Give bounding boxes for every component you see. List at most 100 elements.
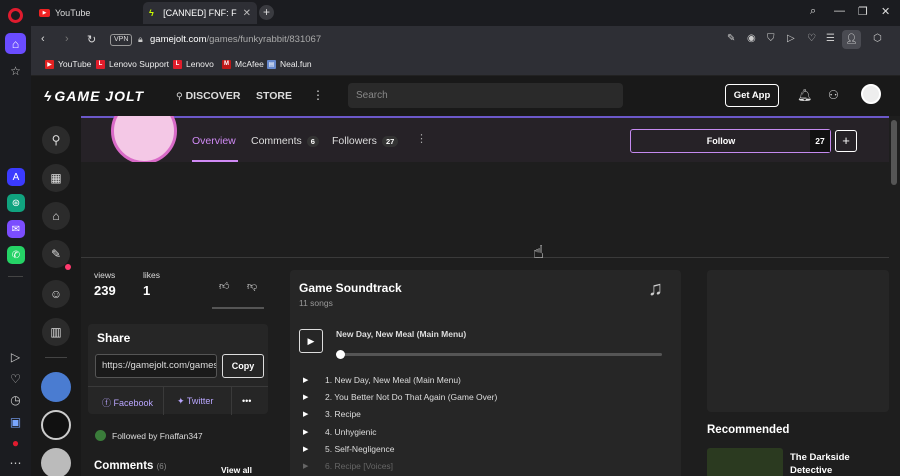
search-input[interactable]: Search — [348, 83, 623, 108]
extensions-icon[interactable]: ▣ — [5, 411, 26, 432]
tab-comments[interactable]: Comments 6 — [251, 135, 319, 147]
more-icon[interactable]: ⋯ — [5, 452, 26, 473]
progress-track[interactable] — [340, 353, 662, 356]
rail-home-icon[interactable]: ⚲ — [42, 126, 70, 154]
game-avatar[interactable] — [111, 116, 177, 164]
track-play-icon[interactable]: ▶ — [303, 462, 325, 470]
tab-gamejolt[interactable]: ϟ [CANNED] FNF: Funky Rab ✕ — [143, 2, 257, 24]
tab-youtube[interactable]: ▶ YouTube — [33, 2, 141, 24]
opera-logo-icon[interactable] — [8, 8, 23, 23]
game-more-icon[interactable]: ⋮ — [416, 132, 427, 145]
bookmark-heart-icon[interactable]: ♡ — [807, 33, 816, 44]
heart-icon[interactable]: ♡ — [5, 368, 26, 389]
music-note-icon: ♫ — [648, 278, 663, 300]
track-play-icon[interactable]: ▶ — [303, 376, 325, 384]
bookmark-nealfun[interactable]: ▤ Neal.fun — [267, 59, 312, 69]
track-play-icon[interactable]: ▶ — [303, 393, 325, 401]
follow-button[interactable]: Follow 27 — [630, 129, 831, 153]
track-play-icon[interactable]: ▶ — [303, 428, 325, 436]
hand-cursor-icon: ☝ — [533, 242, 544, 262]
rail-chat-icon[interactable]: ☺ — [42, 280, 70, 308]
get-app-button[interactable]: Get App — [725, 84, 779, 107]
bookmark-lenovo[interactable]: L Lenovo — [173, 59, 214, 69]
opera-gx-icon[interactable]: ● — [5, 432, 26, 453]
progress-knob[interactable] — [336, 350, 345, 359]
send-icon[interactable]: ▷ — [787, 33, 795, 44]
tab-overview[interactable]: Overview — [192, 135, 236, 147]
rail-community-avatar[interactable] — [41, 372, 71, 402]
shield-icon[interactable]: ⛉ — [767, 33, 775, 44]
track-item[interactable]: ▶ 2. You Better Not Do That Again (Game O… — [303, 390, 497, 404]
track-item[interactable]: ▶ 4. Unhygienic — [303, 425, 377, 439]
extensions-cube-icon[interactable]: ⬡ — [873, 33, 882, 44]
facebook-share-link[interactable]: ⓕ Facebook — [102, 396, 153, 409]
gamejolt-logo[interactable]: ϟ GAME JOLT — [44, 88, 144, 104]
player-icon[interactable]: ▷ — [5, 346, 26, 367]
twitter-label: Twitter — [186, 396, 214, 406]
nav-discover[interactable]: ⚲ DISCOVER — [176, 90, 240, 102]
pinboard-icon[interactable]: ☆ — [5, 60, 26, 81]
twitter-share-link[interactable]: ✦ Twitter — [177, 396, 213, 407]
close-window-icon[interactable]: ✕ — [881, 5, 890, 18]
rail-community-avatar[interactable] — [41, 410, 71, 440]
forward-icon[interactable]: › — [65, 33, 69, 45]
easy-setup-icon[interactable]: ☰ — [826, 33, 835, 44]
more-share-button[interactable]: ••• — [242, 396, 251, 406]
track-item[interactable]: ▶ 3. Recipe — [303, 407, 361, 421]
copy-button[interactable]: Copy — [222, 354, 264, 378]
friends-icon[interactable]: ⚇ — [828, 88, 839, 102]
bell-icon[interactable]: 🔔︎ — [797, 88, 812, 102]
minimize-icon[interactable]: — — [834, 5, 845, 17]
camera-icon[interactable]: ◉ — [747, 33, 756, 44]
tab-followers[interactable]: Followers 27 — [332, 135, 399, 147]
back-icon[interactable]: ‹ — [41, 33, 45, 45]
nav-store[interactable]: STORE — [256, 90, 292, 102]
share-divider — [163, 387, 164, 415]
page-scrollbar[interactable] — [889, 116, 900, 476]
user-avatar[interactable] — [861, 84, 881, 104]
chatgpt-icon[interactable]: ⊛ — [7, 194, 25, 212]
share-url-field[interactable]: https://gamejolt.com/games/funkyrabbit/8… — [95, 354, 217, 378]
rail-community-avatar[interactable] — [41, 448, 71, 476]
whatsapp-icon[interactable]: ✆ — [7, 246, 25, 264]
rail-store-icon[interactable]: ▦ — [42, 164, 70, 192]
history-icon[interactable]: ◷ — [5, 389, 26, 410]
recommended-game-title[interactable]: The Darkside Detective — [790, 451, 870, 476]
messenger-icon[interactable]: ✉ — [7, 220, 25, 238]
track-play-icon[interactable]: ▶ — [303, 410, 325, 418]
track-item[interactable]: ▶ 6. Recipe [Voices] — [303, 459, 393, 473]
rail-library-icon[interactable]: ▥ — [42, 318, 70, 346]
new-tab-button[interactable]: + — [259, 5, 274, 20]
edit-icon[interactable]: ✎ — [727, 33, 735, 44]
recommended-thumbnail[interactable] — [707, 448, 783, 476]
rail-divider — [45, 357, 67, 358]
recommended-heading: Recommended — [707, 424, 790, 436]
follower-avatar[interactable] — [95, 430, 106, 441]
reload-icon[interactable]: ↻ — [87, 33, 96, 46]
view-all-comments-link[interactable]: View all — [221, 465, 252, 475]
bookmark-lenovo-support[interactable]: L Lenovo Support — [96, 59, 169, 69]
aria-icon[interactable]: A — [7, 168, 25, 186]
profile-icon[interactable]: 👤︎ — [842, 30, 861, 49]
sidebar-divider — [8, 276, 23, 277]
dislike-icon[interactable]: 👎︎ — [247, 280, 257, 292]
workspace-icon[interactable]: ⌂ — [5, 33, 26, 54]
add-to-playlist-button[interactable]: + — [835, 130, 857, 152]
track-item[interactable]: ▶ 5. Self-Negligence — [303, 442, 394, 456]
rail-backpack-icon[interactable]: ⌂ — [42, 202, 70, 230]
more-menu-icon[interactable]: ⋮ — [312, 88, 324, 102]
play-button[interactable]: ▶ — [299, 329, 323, 353]
like-icon[interactable]: 👍︎ — [219, 280, 229, 292]
bookmark-mcafee[interactable]: M McAfee — [222, 59, 264, 69]
url-field[interactable]: gamejolt.com/games/funkyrabbit/831067 — [150, 34, 321, 45]
track-item[interactable]: ▶ 1. New Day, New Meal (Main Menu) — [303, 373, 461, 387]
scrollbar-thumb[interactable] — [891, 120, 897, 185]
maximize-icon[interactable]: ❐ — [858, 5, 868, 18]
track-play-icon[interactable]: ▶ — [303, 445, 325, 453]
close-tab-icon[interactable]: ✕ — [243, 8, 251, 19]
vpn-badge[interactable]: VPN — [110, 34, 133, 46]
lock-icon[interactable]: 🔒︎ — [138, 34, 143, 45]
bookmark-youtube[interactable]: ▶ YouTube — [45, 59, 91, 69]
soundtrack-subtitle: 11 songs — [299, 298, 333, 308]
search-tabs-icon[interactable]: ⌕ — [810, 5, 816, 18]
